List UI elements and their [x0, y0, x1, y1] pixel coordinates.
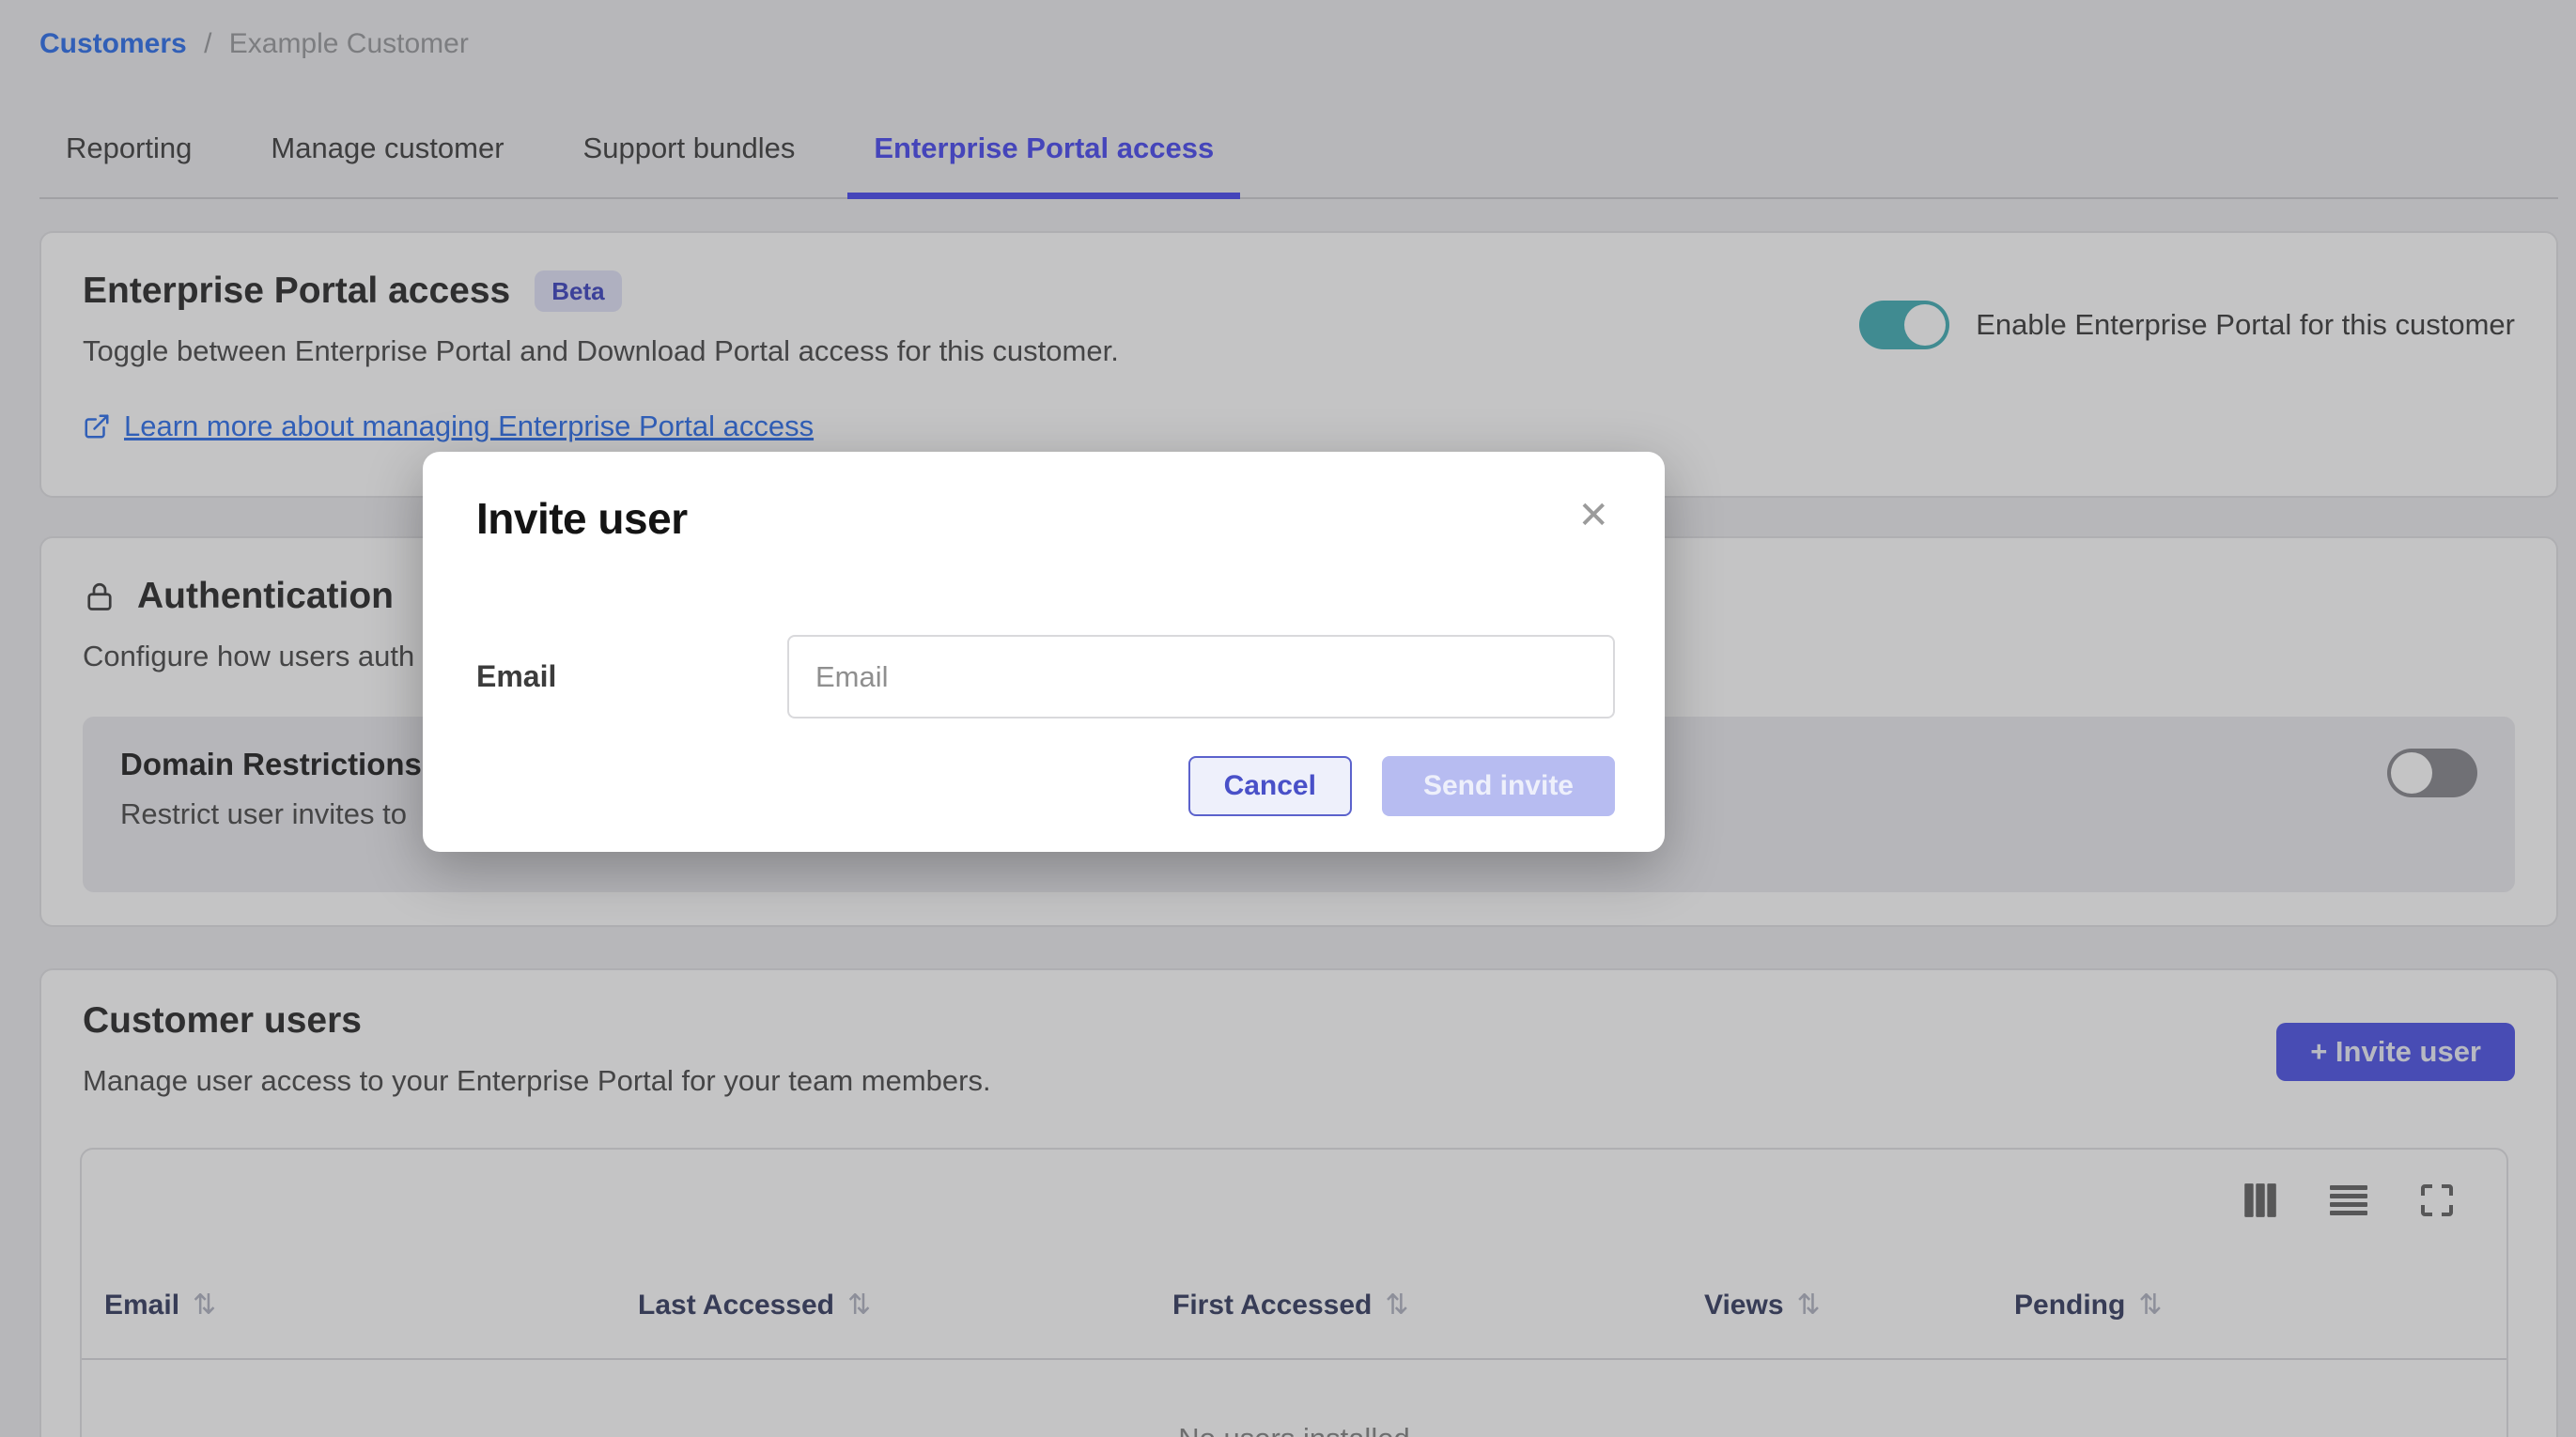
email-label: Email [476, 659, 787, 694]
invite-user-modal: Invite user ✕ Email Cancel Send invite [423, 452, 1665, 852]
email-field[interactable] [787, 635, 1615, 718]
send-invite-button[interactable]: Send invite [1382, 756, 1615, 816]
modal-title: Invite user [476, 493, 688, 544]
close-icon[interactable]: ✕ [1572, 493, 1615, 538]
cancel-button[interactable]: Cancel [1188, 756, 1352, 816]
